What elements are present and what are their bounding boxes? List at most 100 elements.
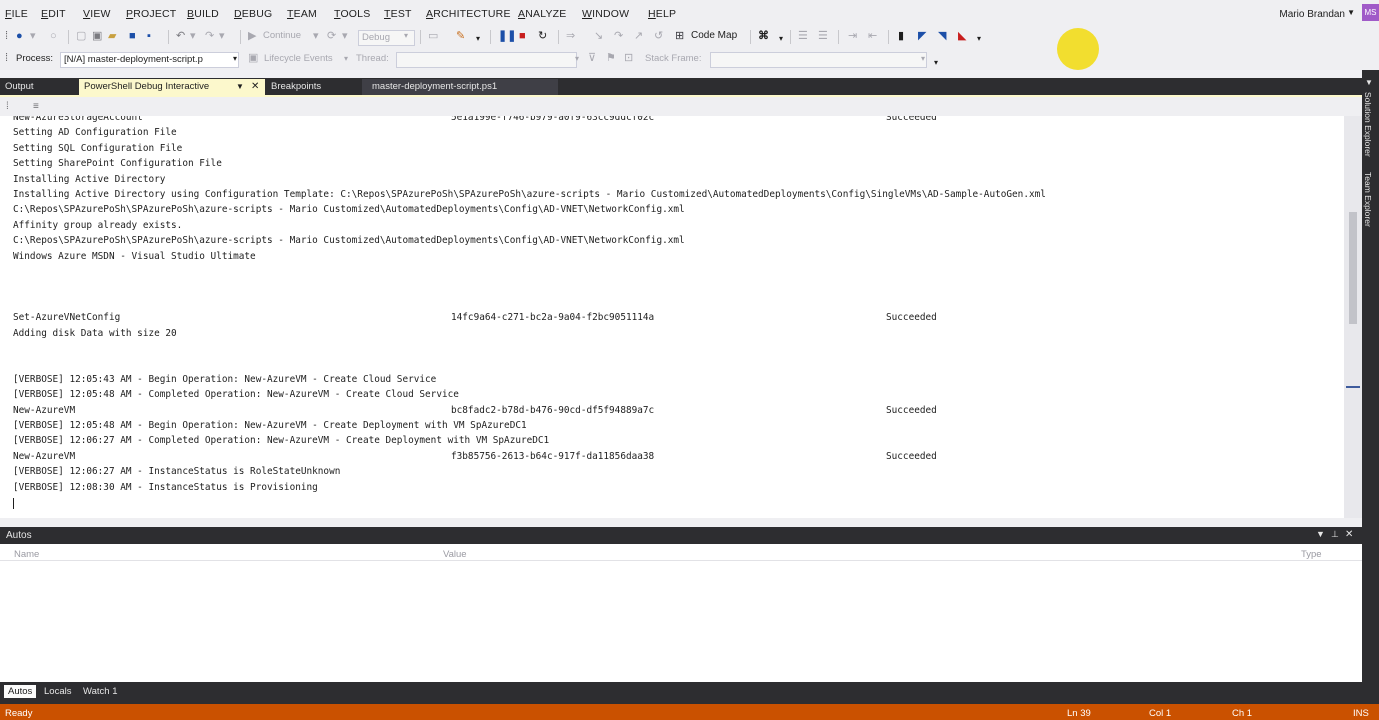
menu-debug[interactable]: DEBUG bbox=[234, 8, 272, 20]
menu-window[interactable]: WINDOW bbox=[582, 8, 629, 20]
rail-dropdown-icon[interactable]: ▼ bbox=[1365, 76, 1373, 90]
toolbar-overflow-icon[interactable]: ▾ bbox=[779, 32, 783, 46]
tab-autos[interactable]: Autos bbox=[4, 685, 37, 698]
stack-frame-select[interactable] bbox=[710, 52, 927, 68]
uncomment-icon[interactable]: ☰ bbox=[818, 29, 828, 43]
column-header-divider bbox=[0, 560, 1362, 561]
lifecycle-dropdown-icon[interactable]: ▾ bbox=[344, 52, 348, 66]
close-icon[interactable]: ✕ bbox=[1345, 529, 1353, 540]
toolbar-separator bbox=[838, 30, 839, 44]
scrollbar-thumb[interactable] bbox=[1349, 212, 1357, 324]
tab-locals[interactable]: Locals bbox=[40, 685, 75, 698]
continue-icon[interactable]: ▶ bbox=[248, 29, 256, 43]
navigate-forward-icon[interactable]: ○ bbox=[50, 29, 57, 43]
refresh-icon[interactable]: ↺ bbox=[654, 29, 663, 43]
column-header-name[interactable]: Name bbox=[14, 549, 39, 560]
new-project-icon[interactable]: ▢ bbox=[76, 29, 86, 43]
team-explorer-tab[interactable]: Team Explorer bbox=[1363, 172, 1373, 227]
menu-analyze[interactable]: ANALYZE bbox=[518, 8, 567, 20]
user-avatar[interactable]: MS bbox=[1362, 4, 1379, 21]
filter-threads-icon[interactable]: ⊽ bbox=[588, 51, 596, 65]
comment-icon[interactable]: ☰ bbox=[798, 29, 808, 43]
restart-icon[interactable]: ↻ bbox=[538, 29, 547, 43]
user-name[interactable]: Mario Brandan bbox=[1279, 9, 1345, 20]
menu-file[interactable]: FILE bbox=[5, 8, 28, 20]
menu-test[interactable]: TEST bbox=[384, 8, 412, 20]
redo-dropdown-icon[interactable]: ▾ bbox=[219, 29, 225, 43]
outdent-icon[interactable]: ⇤ bbox=[868, 29, 877, 43]
undo-dropdown-icon[interactable]: ▾ bbox=[190, 29, 196, 43]
status-insert-mode: INS bbox=[1353, 708, 1369, 719]
menu-help[interactable]: HELP bbox=[648, 8, 676, 20]
menu-team[interactable]: TEAM bbox=[287, 8, 317, 20]
toolbar-overflow-icon[interactable]: ▾ bbox=[977, 32, 981, 46]
redo-icon[interactable]: ↷ bbox=[205, 29, 214, 43]
menu-view[interactable]: VIEW bbox=[83, 8, 111, 20]
process-dropdown-icon[interactable]: ▾ bbox=[233, 52, 237, 66]
step-out-icon[interactable]: ↗ bbox=[634, 29, 643, 43]
thread-select[interactable] bbox=[396, 52, 577, 68]
flag-threads-icon[interactable]: ⚑ bbox=[606, 51, 616, 65]
autos-dropdown-icon[interactable]: ▼ bbox=[1316, 529, 1325, 539]
console-line-text: [VERBOSE] 12:05:48 AM - Begin Operation:… bbox=[13, 420, 527, 431]
lifecycle-events-button[interactable]: Lifecycle Events bbox=[264, 52, 333, 66]
thread-marker-icon[interactable]: ⌘ bbox=[758, 29, 769, 43]
tab-output[interactable]: Output bbox=[0, 79, 74, 95]
tab-master-deployment-script[interactable]: master-deployment-script.ps1 bbox=[362, 79, 558, 95]
code-map-button[interactable]: Code Map bbox=[691, 29, 737, 43]
find-icon[interactable]: ▭ bbox=[428, 29, 438, 43]
toolbar-overflow-icon[interactable]: ▾ bbox=[476, 32, 480, 46]
step-into-icon[interactable]: ↘ bbox=[594, 29, 603, 43]
break-all-icon[interactable]: ❚❚ bbox=[498, 29, 516, 43]
undo-icon[interactable]: ↶ bbox=[176, 29, 185, 43]
autos-grid[interactable] bbox=[0, 544, 1362, 682]
clear-bookmarks-icon[interactable]: ◣ bbox=[958, 29, 966, 43]
save-all-icon[interactable]: ▪ bbox=[147, 29, 151, 43]
menu-build[interactable]: BUILD bbox=[187, 8, 219, 20]
show-threads-icon[interactable]: ⊡ bbox=[624, 51, 633, 65]
column-header-type[interactable]: Type bbox=[1301, 549, 1322, 560]
show-next-statement-icon[interactable]: ⇒ bbox=[566, 29, 575, 43]
menu-project[interactable]: PROJECT bbox=[126, 8, 176, 20]
bookmark-icon[interactable]: ▮ bbox=[898, 29, 904, 43]
navigate-back-icon[interactable]: ● bbox=[16, 29, 23, 43]
tab-powershell-debug-interactive[interactable]: PowerShell Debug Interactive ▼ ✕ bbox=[79, 79, 265, 95]
column-header-value[interactable]: Value bbox=[443, 549, 467, 560]
pin-icon[interactable]: ✎ bbox=[456, 29, 465, 43]
user-dropdown-icon[interactable]: ▼ bbox=[1347, 8, 1355, 17]
previous-bookmark-icon[interactable]: ◤ bbox=[918, 29, 926, 43]
powershell-console-output[interactable]: New-AzureStorageAccount 5e1a199e-f746-b97… bbox=[0, 116, 1344, 518]
tab-watch-1[interactable]: Watch 1 bbox=[79, 685, 122, 698]
console-line-operation-id: 14fc9a64-c271-bc2a-9a04-f2bc9051114a bbox=[451, 312, 655, 324]
thread-dropdown-icon[interactable]: ▾ bbox=[575, 52, 579, 66]
add-item-icon[interactable]: ▣ bbox=[92, 29, 102, 43]
console-line-status: Succeeded bbox=[886, 312, 937, 324]
configuration-dropdown-icon[interactable]: ▾ bbox=[404, 29, 408, 43]
open-file-icon[interactable]: ▰ bbox=[108, 29, 116, 43]
tab-dropdown-icon[interactable]: ▼ bbox=[236, 79, 244, 95]
clear-console-icon[interactable]: ≡ bbox=[33, 100, 39, 114]
menu-edit[interactable]: EDIT bbox=[41, 8, 66, 20]
attach-dropdown-icon[interactable]: ▾ bbox=[342, 29, 348, 43]
step-over-icon[interactable]: ↷ bbox=[614, 29, 623, 43]
next-bookmark-icon[interactable]: ◥ bbox=[938, 29, 946, 43]
indent-icon[interactable]: ⇥ bbox=[848, 29, 857, 43]
code-map-icon[interactable]: ⊞ bbox=[675, 29, 684, 43]
toolbar-overflow-icon[interactable]: ▾ bbox=[934, 56, 938, 70]
continue-button[interactable]: Continue bbox=[263, 29, 301, 43]
attach-icon[interactable]: ⟳ bbox=[327, 29, 336, 43]
stop-debugging-icon[interactable]: ■ bbox=[519, 29, 526, 43]
close-icon[interactable]: ✕ bbox=[251, 79, 259, 95]
dropdown-arrow-icon[interactable]: ▾ bbox=[30, 29, 36, 43]
process-select[interactable]: [N/A] master-deployment-script.p bbox=[60, 52, 239, 68]
solution-explorer-tab[interactable]: Solution Explorer bbox=[1363, 92, 1373, 157]
continue-dropdown-icon[interactable]: ▾ bbox=[313, 29, 319, 43]
lifecycle-events-icon[interactable]: ▣ bbox=[248, 51, 258, 65]
menu-tools[interactable]: TOOLS bbox=[334, 8, 370, 20]
tab-breakpoints[interactable]: Breakpoints bbox=[266, 79, 362, 95]
pin-icon[interactable]: ⊥ bbox=[1331, 529, 1339, 540]
stack-frame-dropdown-icon[interactable]: ▾ bbox=[921, 52, 925, 66]
tab-output-label: Output bbox=[5, 81, 34, 92]
menu-architecture[interactable]: ARCHITECTURE bbox=[426, 8, 511, 20]
save-icon[interactable]: ■ bbox=[129, 29, 136, 43]
